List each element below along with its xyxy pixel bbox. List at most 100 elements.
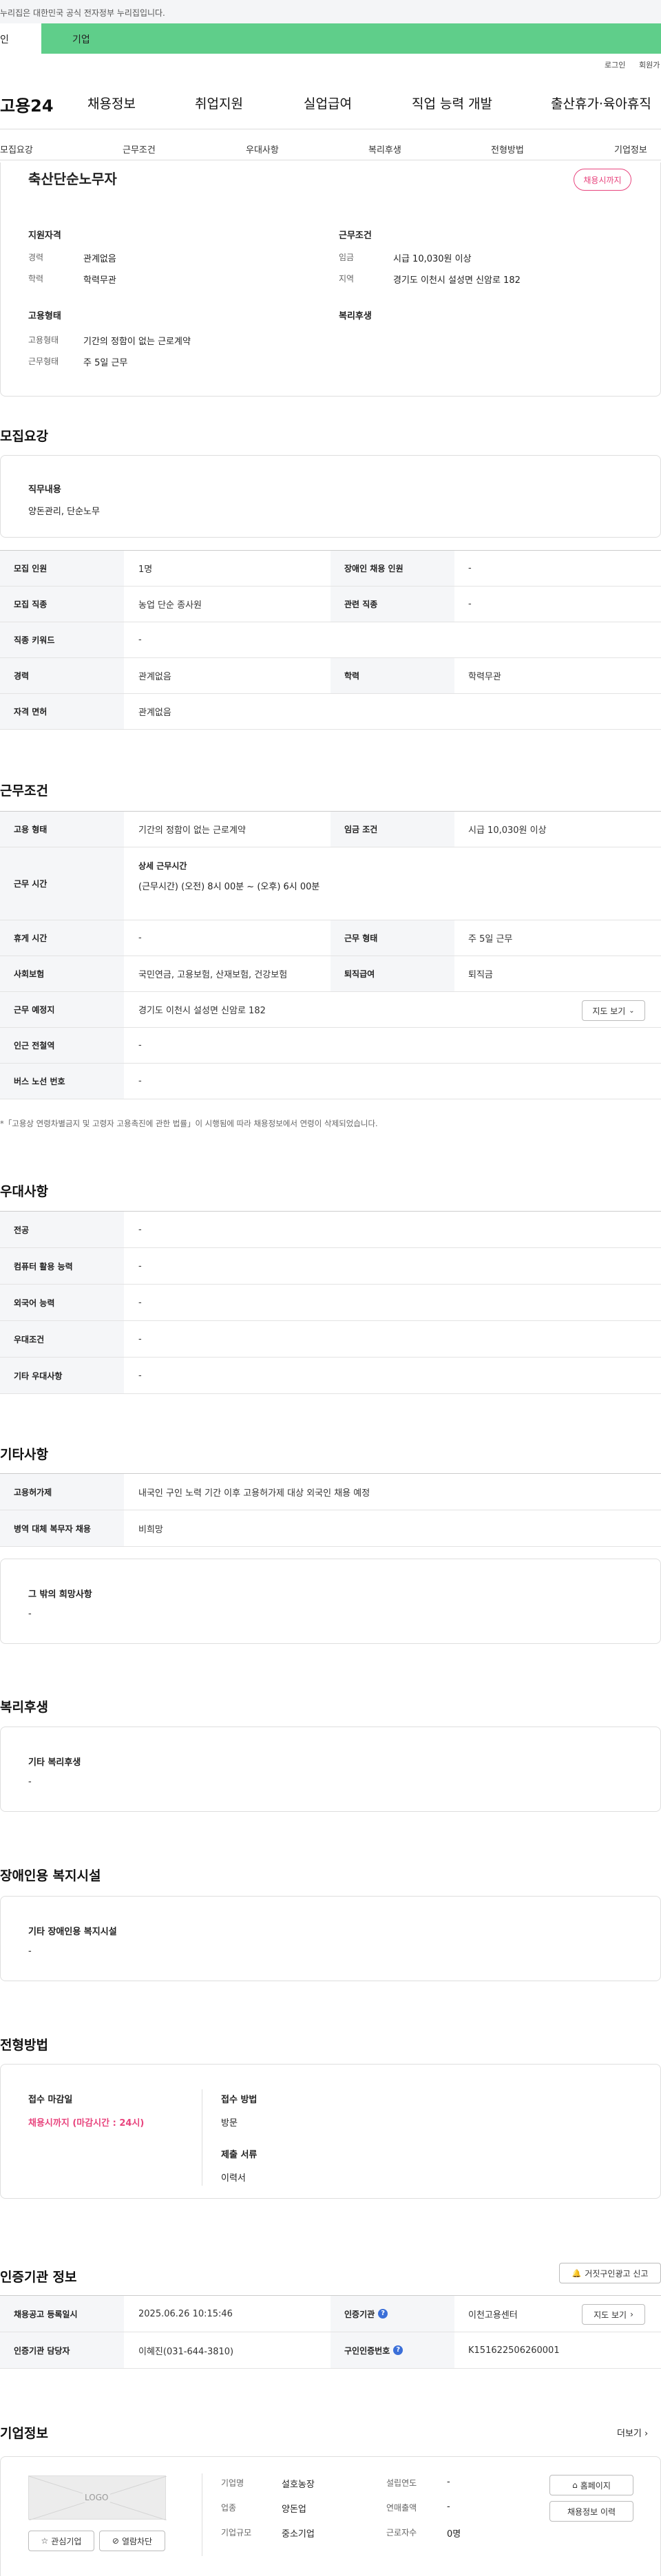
gnb-item-employment-support[interactable]: 취업지원 — [195, 94, 243, 112]
company-founded-value: - — [447, 2477, 450, 2487]
agency-map-label: 지도 보기 — [594, 2310, 627, 2320]
tab-welfare[interactable]: 복리후생 — [368, 142, 401, 156]
company-more-label: 더보기 — [617, 2429, 642, 2439]
row-header: 인증기관? — [330, 2296, 454, 2332]
row-header: 자격 면허 — [0, 694, 124, 729]
cond-title: 근무조건 — [339, 231, 372, 241]
disab-card: 기타 장애인용 복지시설 - — [0, 1896, 661, 1981]
info-icon[interactable]: ? — [378, 2309, 388, 2319]
row-header: 외국어 능력 — [0, 1285, 124, 1320]
prefer-section-title: 우대사항 — [0, 1184, 48, 1199]
age-law-note: *「고용상 연령차별금지 및 고령자 고용촉진에 관한 법률」이 시행됨에 따라… — [0, 1119, 378, 1128]
cert-number-label: 구인인증번호 — [344, 2345, 390, 2356]
row-header: 경력 — [0, 658, 124, 693]
cond-region-label: 지역 — [339, 274, 355, 284]
gnb-item-training[interactable]: 직업 능력 개발 — [412, 94, 492, 112]
row-header: 전공 — [0, 1212, 124, 1247]
table-row: 모집 직종 농업 단순 종사원 관련 직종 - — [0, 587, 661, 622]
table-row: 근무 예정지 경기도 이천시 설성면 신암로 182 지도 보기 ⌄ — [0, 992, 661, 1028]
tab-work[interactable]: 근무조건 — [123, 142, 156, 156]
tab-company[interactable]: 기업 — [41, 23, 661, 54]
company-employees-label: 근로자수 — [386, 2528, 417, 2537]
tab-process[interactable]: 전형방법 — [491, 142, 524, 156]
job-title: 축산단순노무자 — [28, 171, 117, 187]
company-size-label: 기업규모 — [221, 2528, 252, 2537]
row-value: 이혜진(031-644-3810) — [138, 2346, 234, 2357]
recruit-section-title: 모집요강 — [0, 429, 48, 444]
emp-type-label: 고용형태 — [28, 335, 59, 345]
site-logo[interactable]: 고용24 — [0, 92, 54, 116]
row-value: - — [138, 1040, 142, 1051]
row-value: 학력무관 — [468, 672, 501, 682]
row-value: 농업 단순 종사원 — [138, 600, 202, 611]
company-revenue-label: 연매출액 — [386, 2503, 417, 2513]
gnb-item-parental-leave[interactable]: 출산휴가·육아휴직 — [551, 94, 651, 112]
favorite-company-label: 관심기업 — [51, 2536, 82, 2546]
emp-form-label: 근무형태 — [28, 357, 59, 366]
table-row: 우대조건 - — [0, 1321, 661, 1358]
disab-label: 기타 장애인용 복지시설 — [28, 1927, 117, 1937]
row-value: - — [138, 1224, 142, 1235]
emp-form-value: 주 5일 근무 — [83, 358, 128, 368]
row-value: 주 5일 근무 — [468, 934, 513, 944]
info-icon[interactable]: ? — [393, 2345, 403, 2355]
company-revenue-value: - — [447, 2502, 450, 2512]
row-value: 퇴직금 — [468, 970, 493, 980]
welfare-section-title: 복리후생 — [0, 1700, 48, 1715]
cond-region-value: 경기도 이천시 설성면 신암로 182 — [393, 275, 521, 286]
chevron-down-icon: ⌄ — [629, 1006, 635, 1015]
gnb-item-unemployment[interactable]: 실업급여 — [304, 94, 352, 112]
company-more-link[interactable]: 더보기 › — [617, 2426, 648, 2439]
disab-section-title: 장애인용 복지시설 — [0, 1868, 101, 1883]
tab-recruit[interactable]: 모집요강 — [0, 142, 33, 156]
job-history-button[interactable]: 채용정보 이력 — [549, 2501, 633, 2522]
method-label: 접수 방법 — [221, 2095, 258, 2105]
other-wish-value: - — [28, 1609, 32, 1619]
row-value: - — [468, 563, 472, 573]
qual-career-label: 경력 — [28, 253, 44, 262]
tab-individual[interactable]: 인 — [0, 23, 41, 54]
deadline-value: 채용시까지 (마감시간 : 24시) — [28, 2118, 145, 2129]
cond-wage-value: 시급 10,030원 이상 — [393, 254, 472, 264]
join-link[interactable]: 회원가 — [639, 59, 660, 70]
gnb-item-jobs[interactable]: 채용정보 — [87, 94, 136, 112]
work-hours-value: (근무시간) (오전) 8시 00분 ~ (오후) 6시 00분 — [138, 882, 320, 892]
company-founded-label: 설립연도 — [386, 2478, 417, 2488]
row-header: 모집 인원 — [0, 551, 124, 586]
row-value: 경기도 이천시 설성면 신암로 182 — [138, 1006, 266, 1016]
row-header: 컴퓨터 활용 능력 — [0, 1248, 124, 1284]
homepage-button[interactable]: ⌂ 홈페이지 — [549, 2475, 633, 2495]
row-value: 국민연금, 고용보험, 산재보험, 건강보험 — [138, 970, 288, 980]
company-name-label: 기업명 — [221, 2478, 244, 2488]
tab-prefer[interactable]: 우대사항 — [246, 142, 279, 156]
row-header: 근무 형태 — [330, 920, 454, 956]
row-value: - — [138, 635, 142, 645]
qual-edu-label: 학력 — [28, 274, 44, 284]
qual-edu-value: 학력무관 — [83, 275, 116, 286]
deadline-badge-label: 채용시까지 — [583, 175, 622, 185]
login-link[interactable]: 로그인 — [605, 59, 625, 70]
table-row: 병역 대체 복무자 채용 비희망 — [0, 1510, 661, 1547]
qual-career-value: 관계없음 — [83, 254, 116, 264]
agency-map-button[interactable]: 지도 보기 › — [582, 2304, 645, 2325]
map-view-button[interactable]: 지도 보기 ⌄ — [582, 1000, 645, 1021]
row-value: 기간의 정함이 없는 근로계약 — [138, 825, 246, 836]
row-header: 퇴직급여 — [330, 956, 454, 991]
welfare-value: - — [28, 1777, 32, 1787]
company-logo-placeholder: LOGO — [28, 2475, 167, 2520]
table-row: 모집 인원 1명 장애인 채용 인원 - — [0, 551, 661, 587]
job-history-label: 채용정보 이력 — [567, 2506, 616, 2517]
row-header: 장애인 채용 인원 — [330, 551, 454, 586]
block-view-button[interactable]: ⊘ 열람차단 — [99, 2531, 165, 2551]
favorite-company-button[interactable]: ☆ 관심기업 — [28, 2531, 94, 2551]
tab-company[interactable]: 기업정보 — [614, 142, 647, 156]
company-card: LOGO ☆ 관심기업 ⊘ 열람차단 기업명 설호농장 업종 양돈업 기업규모 … — [0, 2456, 661, 2576]
process-card: 접수 마감일 채용시까지 (마감시간 : 24시) 접수 방법 방문 제출 서류… — [0, 2064, 661, 2199]
false-ad-report-button[interactable]: 🔔 거짓구인광고 신고 — [559, 2263, 661, 2283]
table-row: 사회보험 국민연금, 고용보험, 산재보험, 건강보험 퇴직급여 퇴직금 — [0, 956, 661, 992]
deadline-badge: 채용시까지 — [574, 169, 631, 191]
row-value: 2025.06.26 10:15:46 — [138, 2308, 233, 2319]
welfare-title: 복리후생 — [339, 311, 372, 321]
row-header: 채용공고 등록일시 — [0, 2296, 124, 2332]
company-size-value: 중소기업 — [282, 2529, 315, 2540]
